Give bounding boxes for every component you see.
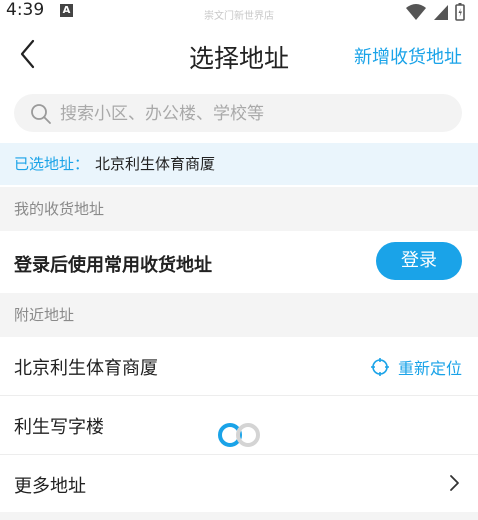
more-addresses-label: 更多地址 [14,476,86,497]
header: 选择地址 新增收货地址 [0,24,478,88]
login-prompt-text: 登录后使用常用收货地址 [14,255,212,276]
bottom-divider [0,512,478,520]
chevron-right-icon [450,475,459,491]
selected-address-value: 北京利生体育商厦 [95,155,216,173]
search-bar[interactable] [14,94,462,134]
search-input[interactable] [58,94,442,134]
locate-icon [370,358,389,376]
status-bar: 4:39 A 崇文门新世界店 [0,0,478,24]
login-prompt-row: 登录后使用常用收货地址 登录 [0,231,478,293]
relocate-button[interactable]: 重新定位 [370,355,462,379]
nearby-section-header: 附近地址 [0,293,478,337]
more-addresses-row[interactable]: 更多地址 [0,455,478,514]
battery-icon [455,3,465,21]
status-icons [404,2,470,21]
selected-address-bar: 已选地址： 北京利生体育商厦 [0,143,478,185]
my-addresses-section-header: 我的收货地址 [0,187,478,231]
wifi-icon [406,4,426,20]
login-button[interactable]: 登录 [376,242,462,280]
add-address-link[interactable]: 新增收货地址 [354,43,462,69]
section-title: 我的收货地址 [14,200,105,218]
selected-address-label: 已选地址： [14,155,90,173]
address-name: 利生写字楼 [14,417,104,438]
section-title: 附近地址 [14,306,75,324]
address-name: 北京利生体育商厦 [14,358,158,379]
relocate-label: 重新定位 [397,359,462,378]
nearby-address-item[interactable]: 北京利生体育商厦 重新定位 [0,337,478,396]
signal-icon [434,5,448,20]
search-icon [31,104,51,124]
loading-spinner-icon [218,423,260,447]
